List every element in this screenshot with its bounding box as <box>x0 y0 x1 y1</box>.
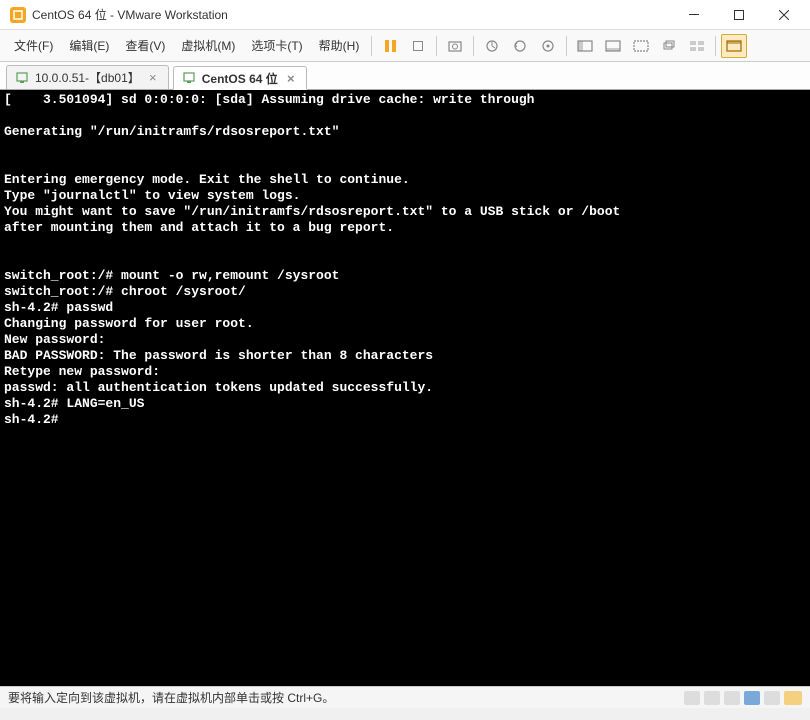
close-button[interactable] <box>761 1 806 29</box>
console-view-button[interactable] <box>721 34 747 58</box>
tab-label: CentOS 64 位 <box>202 70 278 87</box>
menu-view[interactable]: 查看(V) <box>117 33 173 58</box>
snapshot-revert-icon[interactable] <box>507 34 533 58</box>
stop-button[interactable] <box>405 34 431 58</box>
device-icon[interactable] <box>704 691 720 705</box>
terminal-output[interactable]: [ 3.501094] sd 0:0:0:0: [sda] Assuming d… <box>0 90 810 686</box>
snapshot-take-icon[interactable] <box>479 34 505 58</box>
snapshot-manage-icon[interactable] <box>535 34 561 58</box>
titlebar: CentOS 64 位 - VMware Workstation <box>0 0 810 30</box>
device-icon[interactable] <box>684 691 700 705</box>
minimize-button[interactable] <box>671 1 716 29</box>
menu-edit[interactable]: 编辑(E) <box>61 33 117 58</box>
tab-close-icon[interactable]: × <box>146 71 160 85</box>
menu-tabs[interactable]: 选项卡(T) <box>243 33 310 58</box>
maximize-button[interactable] <box>716 1 761 29</box>
tabbar: 10.0.0.51-【db01】 × CentOS 64 位 × <box>0 62 810 90</box>
fullscreen-button[interactable] <box>572 34 598 58</box>
window-title: CentOS 64 位 - VMware Workstation <box>32 6 671 23</box>
status-text: 要将输入定向到该虚拟机，请在虚拟机内部单击或按 Ctrl+G。 <box>8 689 334 706</box>
separator <box>436 36 437 56</box>
device-icon[interactable] <box>744 691 760 705</box>
menu-vm[interactable]: 虚拟机(M) <box>173 33 243 58</box>
device-icon[interactable] <box>724 691 740 705</box>
separator <box>371 36 372 56</box>
statusbar: 要将输入定向到该虚拟机，请在虚拟机内部单击或按 Ctrl+G。 <box>0 686 810 708</box>
status-icons <box>684 691 802 705</box>
tab-db01[interactable]: 10.0.0.51-【db01】 × <box>6 65 169 89</box>
snapshot-button[interactable] <box>442 34 468 58</box>
menubar: 文件(F) 编辑(E) 查看(V) 虚拟机(M) 选项卡(T) 帮助(H) <box>0 30 810 62</box>
menu-help[interactable]: 帮助(H) <box>311 33 368 58</box>
menu-file[interactable]: 文件(F) <box>6 33 61 58</box>
device-icon[interactable] <box>764 691 780 705</box>
folder-icon[interactable] <box>784 691 802 705</box>
vm-icon <box>15 71 29 85</box>
tab-centos[interactable]: CentOS 64 位 × <box>173 66 307 90</box>
app-icon <box>10 7 26 23</box>
unity-button[interactable] <box>600 34 626 58</box>
pause-button[interactable] <box>377 34 403 58</box>
cycle-button[interactable] <box>656 34 682 58</box>
separator <box>715 36 716 56</box>
separator <box>473 36 474 56</box>
tab-label: 10.0.0.51-【db01】 <box>35 69 140 86</box>
separator <box>566 36 567 56</box>
tab-close-icon[interactable]: × <box>284 71 298 85</box>
thumbnail-button[interactable] <box>684 34 710 58</box>
stretch-button[interactable] <box>628 34 654 58</box>
vm-icon <box>182 71 196 85</box>
window-controls <box>671 1 806 29</box>
